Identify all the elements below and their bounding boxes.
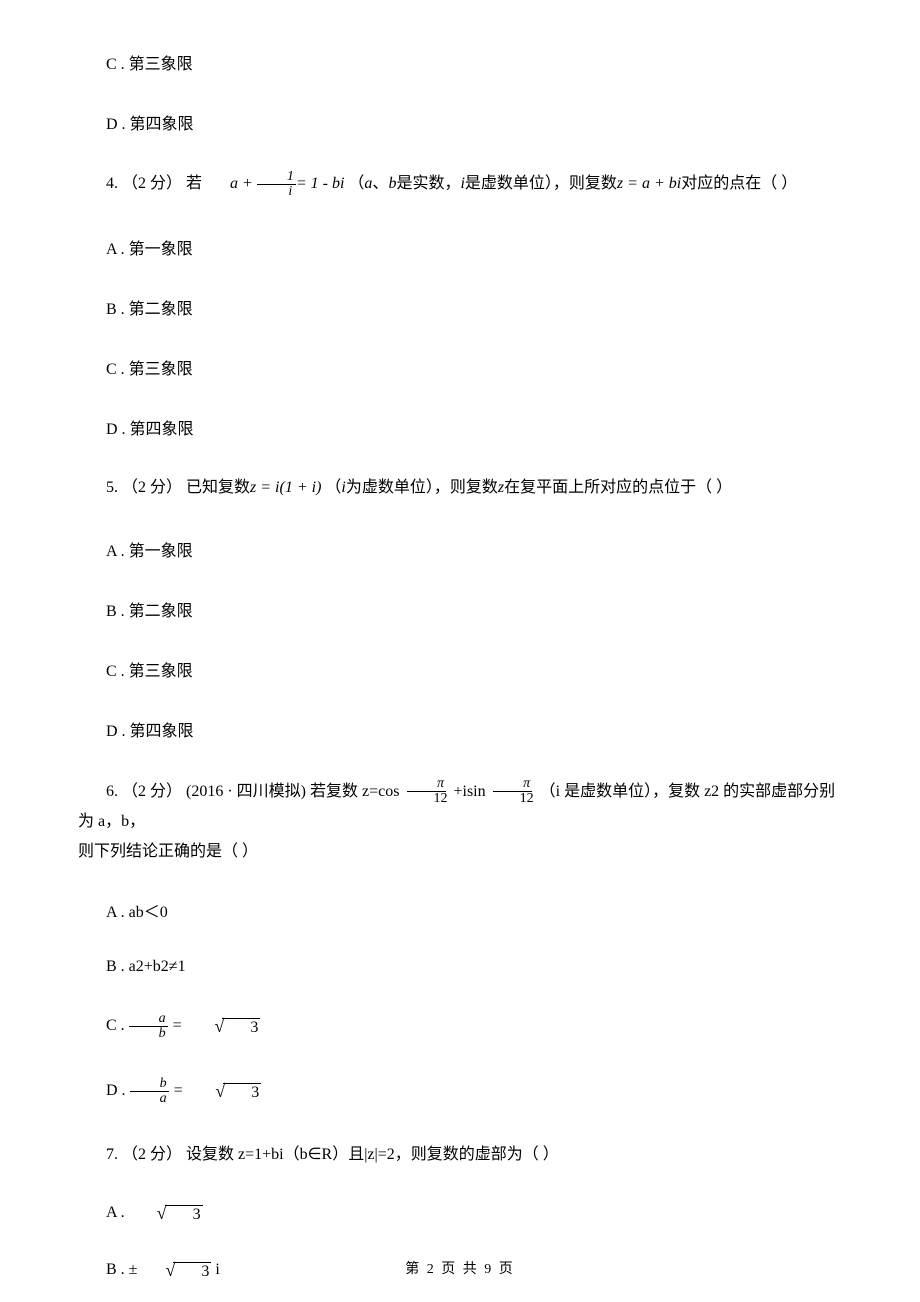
q7-option-a: A . 3 bbox=[78, 1203, 842, 1224]
q6c-rad: 3 bbox=[222, 1018, 260, 1037]
q7-number: 7. bbox=[106, 1146, 118, 1163]
fraction-icon: π12 bbox=[490, 777, 536, 806]
q6c-num: a bbox=[129, 1012, 168, 1027]
q5-option-c: C . 第三象限 bbox=[78, 657, 842, 681]
sqrt-icon: 3 bbox=[129, 1203, 203, 1224]
q3-option-c: C . 第三象限 bbox=[78, 50, 842, 74]
q5-option-a: A . 第一象限 bbox=[78, 537, 842, 561]
q4-sep: 、 bbox=[372, 175, 388, 192]
q6-pi2: π bbox=[493, 777, 532, 792]
q7a-rad: 3 bbox=[165, 1205, 203, 1224]
q7a-pre: A . bbox=[106, 1205, 129, 1222]
q7-points: （2 分） bbox=[122, 1146, 182, 1163]
q5-number: 5. bbox=[106, 479, 118, 496]
q4-formula-lhs: a + 1i= 1 - bi bbox=[202, 170, 344, 199]
sqrt-icon: 3 bbox=[186, 1016, 260, 1037]
q6-stem: 6. （2 分） (2016 · 四川模拟) 若复数 z=cos π12 +is… bbox=[78, 777, 842, 868]
q6d-den: a bbox=[130, 1092, 169, 1106]
q4-option-a: A . 第一象限 bbox=[78, 235, 842, 259]
q6-option-c: C . ab = 3 bbox=[78, 1012, 842, 1041]
q6-option-b: B . a2+b2≠1 bbox=[78, 958, 842, 976]
q4-option-d: D . 第四象限 bbox=[78, 415, 842, 439]
q4-a-plus: a + bbox=[230, 175, 257, 192]
document-page: C . 第三象限 D . 第四象限 4. （2 分） 若a + 1i= 1 - … bbox=[0, 0, 920, 1302]
q5-after: 在复平面上所对应的点位于（ ） bbox=[504, 479, 732, 496]
q6d-pre: D . bbox=[106, 1082, 130, 1099]
q6d-rad: 3 bbox=[223, 1083, 261, 1102]
frac-den: i bbox=[258, 185, 294, 199]
q4-mid2: 是实数， bbox=[396, 175, 460, 192]
q5-points: （2 分） bbox=[122, 479, 182, 496]
q6-line2: 则下列结论正确的是（ ） bbox=[78, 843, 258, 860]
fraction-icon: 1i bbox=[257, 170, 296, 199]
q6c-eq: = bbox=[168, 1017, 187, 1034]
q6-option-d: D . ba = 3 bbox=[78, 1077, 842, 1106]
q5-stem: 5. （2 分） 已知复数z = i(1 + i) （i为虚数单位），则复数z在… bbox=[78, 475, 842, 501]
q4-paren-open: （ bbox=[344, 175, 364, 192]
q6-points: （2 分） bbox=[122, 783, 182, 800]
q6-source: (2016 · 四川模拟) bbox=[186, 783, 310, 800]
q3-option-d: D . 第四象限 bbox=[78, 110, 842, 134]
q7-text: 设复数 z=1+bi（b∈R）且|z|=2，则复数的虚部为（ ） bbox=[186, 1146, 559, 1163]
q6-pi1: π bbox=[407, 777, 446, 792]
q4-text: 若 bbox=[186, 175, 202, 192]
q4-option-c: C . 第三象限 bbox=[78, 355, 842, 379]
fraction-icon: ba bbox=[130, 1077, 169, 1106]
q4-z: z = a + bi bbox=[617, 175, 681, 192]
q5-zexpr: z = i(1 + i) bbox=[250, 479, 321, 496]
q4-after: 对应的点在（ ） bbox=[681, 175, 797, 192]
q5-mid2: 为虚数单位），则复数 bbox=[346, 479, 498, 496]
q4-tail: = 1 - bi bbox=[296, 175, 345, 192]
q6-number: 6. bbox=[106, 783, 118, 800]
q5-option-b: B . 第二象限 bbox=[78, 597, 842, 621]
q5-option-d: D . 第四象限 bbox=[78, 717, 842, 741]
q4-points: （2 分） bbox=[122, 175, 182, 192]
q6c-den: b bbox=[129, 1027, 168, 1041]
q6d-num: b bbox=[130, 1077, 169, 1092]
q4-option-b: B . 第二象限 bbox=[78, 295, 842, 319]
q4-mid3: 是虚数单位），则复数 bbox=[465, 175, 617, 192]
q6-den1: 12 bbox=[403, 792, 449, 806]
q5-before: 已知复数 bbox=[186, 479, 250, 496]
page-footer: 第 2 页 共 9 页 bbox=[0, 1258, 920, 1278]
q6-den2: 12 bbox=[490, 792, 536, 806]
q4-stem: 4. （2 分） 若a + 1i= 1 - bi （a、b是实数，i是虚数单位）… bbox=[78, 170, 842, 199]
frac-num: 1 bbox=[257, 170, 296, 185]
fraction-icon: π12 bbox=[403, 777, 449, 806]
q6d-eq: = bbox=[169, 1082, 188, 1099]
q7-stem: 7. （2 分） 设复数 z=1+bi（b∈R）且|z|=2，则复数的虚部为（ … bbox=[78, 1142, 842, 1168]
q4-number: 4. bbox=[106, 175, 118, 192]
q6-before: 若复数 z=cos bbox=[310, 783, 403, 800]
q6c-pre: C . bbox=[106, 1017, 129, 1034]
q6-option-a: A . ab＜0 bbox=[78, 898, 842, 922]
q5-paren: （ bbox=[321, 479, 341, 496]
q6-mid: +isin bbox=[449, 783, 489, 800]
fraction-icon: ab bbox=[129, 1012, 168, 1041]
sqrt-icon: 3 bbox=[187, 1081, 261, 1102]
